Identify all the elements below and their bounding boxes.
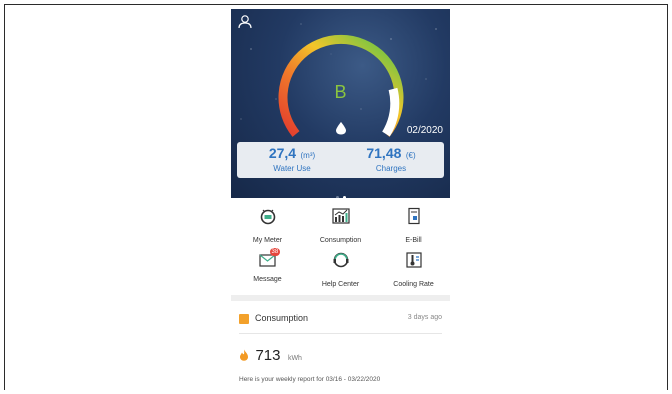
period-label: 02/2020	[406, 125, 443, 136]
panel-header: Consumption 3 days ago	[239, 311, 442, 334]
meter-icon	[260, 209, 275, 225]
menu-item-consumption[interactable]: Consumption	[304, 207, 377, 244]
menu-label: Consumption	[319, 237, 362, 244]
mail-icon-wrapper: 38	[258, 248, 281, 269]
message-badge: 38	[269, 248, 281, 256]
chart-icon	[331, 208, 350, 224]
water-use-label: Water Use	[273, 164, 311, 173]
bill-icon	[407, 207, 420, 225]
menu-item-e-bill[interactable]: E-Bill	[377, 207, 450, 244]
support-icon	[333, 252, 348, 268]
consumption-unit: kWh	[287, 355, 302, 362]
page-indicator[interactable]	[231, 186, 450, 198]
menu-item-help-center[interactable]: Help Center	[304, 251, 377, 288]
flame-icon	[240, 349, 248, 361]
water-use-value: 27,4	[268, 145, 297, 161]
menu-item-message[interactable]: 38 Message	[231, 248, 304, 283]
charges-label: Charges	[375, 164, 407, 173]
hero-panel: B 02/2020 27,4 (m³) Water Use 71,48 (€) …	[231, 9, 450, 198]
charges-metric[interactable]: 71,48 (€) Charges	[341, 145, 441, 173]
app-screen: B 02/2020 27,4 (m³) Water Use 71,48 (€) …	[231, 9, 450, 394]
menu-label: Help Center	[321, 281, 360, 288]
menu-grid: My Meter Consumption E-Bill 38 Message H…	[231, 198, 450, 301]
water-drop-icon	[336, 122, 346, 135]
menu-label: Cooling Rate	[393, 281, 434, 288]
thermometer-icon	[405, 252, 422, 268]
water-use-unit: (m³)	[300, 151, 316, 160]
panel-title: Consumption	[255, 313, 309, 323]
weekly-report-note: Here is your weekly report for 03/16 - 0…	[239, 376, 381, 383]
menu-item-my-meter[interactable]: My Meter	[231, 207, 304, 244]
list-icon	[239, 314, 249, 324]
menu-label: Message	[253, 276, 282, 283]
consumption-value: 713	[255, 347, 281, 364]
charges-unit: (€)	[405, 151, 416, 160]
menu-label: E-Bill	[405, 237, 422, 244]
menu-label: My Meter	[252, 237, 283, 244]
consumption-value-row: 713 kWh	[239, 347, 302, 365]
grade-letter: B	[334, 82, 347, 102]
summary-card[interactable]: 27,4 (m³) Water Use 71,48 (€) Charges	[237, 142, 444, 178]
consumption-panel[interactable]: Consumption 3 days ago 713 kWh Here is y…	[231, 301, 450, 394]
charges-value: 71,48	[366, 145, 402, 161]
water-use-metric[interactable]: 27,4 (m³) Water Use	[242, 145, 342, 173]
panel-timestamp: 3 days ago	[407, 314, 442, 321]
profile-icon[interactable]	[237, 14, 253, 30]
menu-item-cooling-rate[interactable]: Cooling Rate	[377, 251, 450, 288]
